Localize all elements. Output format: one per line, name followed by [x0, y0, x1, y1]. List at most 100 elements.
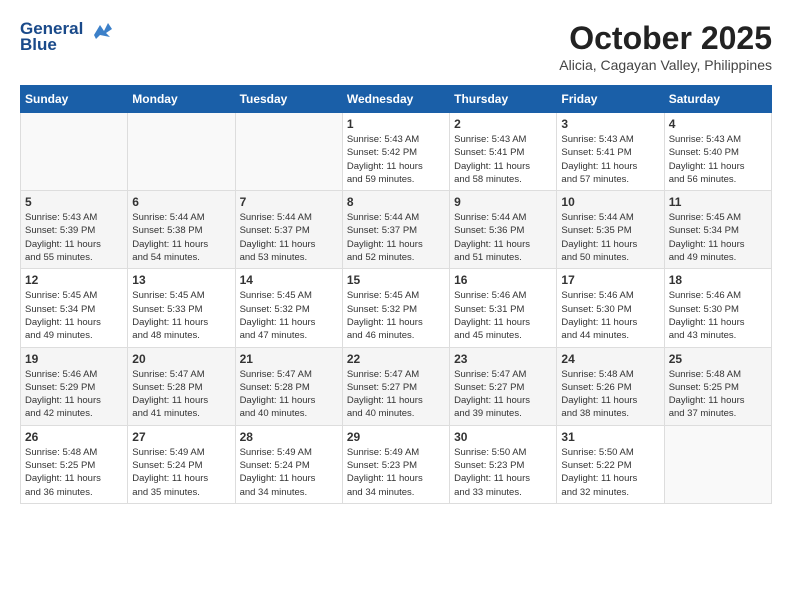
- day-number: 7: [240, 195, 338, 209]
- calendar-day-5: 5Sunrise: 5:43 AM Sunset: 5:39 PM Daylig…: [21, 191, 128, 269]
- weekday-header-monday: Monday: [128, 86, 235, 113]
- day-number: 27: [132, 430, 230, 444]
- day-number: 25: [669, 352, 767, 366]
- day-info: Sunrise: 5:43 AM Sunset: 5:41 PM Dayligh…: [454, 133, 552, 186]
- day-info: Sunrise: 5:46 AM Sunset: 5:30 PM Dayligh…: [561, 289, 659, 342]
- calendar-day-25: 25Sunrise: 5:48 AM Sunset: 5:25 PM Dayli…: [664, 347, 771, 425]
- calendar-day-22: 22 Sunrise: 5:47 AM Sunset: 5:27 PM Dayli…: [342, 347, 449, 425]
- day-number: 16: [454, 273, 552, 287]
- day-info: Sunrise: 5:49 AM Sunset: 5:23 PM Dayligh…: [347, 446, 445, 499]
- day-info: Sunrise: 5:48 AM Sunset: 5:25 PM Dayligh…: [25, 446, 123, 499]
- page-header: General Blue October 2025 Alicia, Cagaya…: [20, 20, 772, 77]
- calendar-day-empty: [664, 425, 771, 503]
- day-info: Sunrise: 5:43 AM Sunset: 5:39 PM Dayligh…: [25, 211, 123, 264]
- day-info: Sunrise: 5:49 AM Sunset: 5:24 PM Dayligh…: [132, 446, 230, 499]
- calendar-day-21: 21 Sunrise: 5:47 AM Sunset: 5:28 PM Dayli…: [235, 347, 342, 425]
- day-number: 23: [454, 352, 552, 366]
- calendar-day-empty: [235, 113, 342, 191]
- calendar-day-17: 17Sunrise: 5:46 AM Sunset: 5:30 PM Dayli…: [557, 269, 664, 347]
- day-number: 1: [347, 117, 445, 131]
- calendar-day-31: 31 Sunrise: 5:50 AM Sunset: 5:22 PM Dayli…: [557, 425, 664, 503]
- day-info: Sunrise: 5:47 AM Sunset: 5:28 PM Dayligh…: [240, 368, 338, 421]
- calendar-week-row: 19 Sunrise: 5:46 AM Sunset: 5:29 PM Dayli…: [21, 347, 772, 425]
- day-number: 26: [25, 430, 123, 444]
- calendar-day-4: 4Sunrise: 5:43 AM Sunset: 5:40 PM Daylig…: [664, 113, 771, 191]
- calendar-day-10: 10Sunrise: 5:44 AM Sunset: 5:35 PM Dayli…: [557, 191, 664, 269]
- day-info: Sunrise: 5:45 AM Sunset: 5:34 PM Dayligh…: [25, 289, 123, 342]
- calendar-day-24: 24Sunrise: 5:48 AM Sunset: 5:26 PM Dayli…: [557, 347, 664, 425]
- day-number: 11: [669, 195, 767, 209]
- calendar-day-empty: [21, 113, 128, 191]
- day-info: Sunrise: 5:50 AM Sunset: 5:22 PM Dayligh…: [561, 446, 659, 499]
- calendar-day-9: 9 Sunrise: 5:44 AM Sunset: 5:36 PM Daylig…: [450, 191, 557, 269]
- day-info: Sunrise: 5:47 AM Sunset: 5:27 PM Dayligh…: [347, 368, 445, 421]
- calendar-day-30: 30 Sunrise: 5:50 AM Sunset: 5:23 PM Dayli…: [450, 425, 557, 503]
- weekday-header-friday: Friday: [557, 86, 664, 113]
- day-info: Sunrise: 5:43 AM Sunset: 5:40 PM Dayligh…: [669, 133, 767, 186]
- calendar-body: 1 Sunrise: 5:43 AM Sunset: 5:42 PM Daylig…: [21, 113, 772, 504]
- calendar-title: October 2025: [559, 20, 772, 57]
- calendar-day-27: 27 Sunrise: 5:49 AM Sunset: 5:24 PM Dayli…: [128, 425, 235, 503]
- day-info: Sunrise: 5:45 AM Sunset: 5:33 PM Dayligh…: [132, 289, 230, 342]
- day-number: 22: [347, 352, 445, 366]
- day-number: 14: [240, 273, 338, 287]
- day-info: Sunrise: 5:43 AM Sunset: 5:42 PM Dayligh…: [347, 133, 445, 186]
- calendar-day-2: 2 Sunrise: 5:43 AM Sunset: 5:41 PM Daylig…: [450, 113, 557, 191]
- logo-bird-icon: [90, 21, 112, 39]
- calendar-day-6: 6 Sunrise: 5:44 AM Sunset: 5:38 PM Daylig…: [128, 191, 235, 269]
- day-number: 19: [25, 352, 123, 366]
- calendar-day-15: 15Sunrise: 5:45 AM Sunset: 5:32 PM Dayli…: [342, 269, 449, 347]
- logo-line2: Blue: [20, 35, 57, 55]
- day-info: Sunrise: 5:50 AM Sunset: 5:23 PM Dayligh…: [454, 446, 552, 499]
- day-info: Sunrise: 5:44 AM Sunset: 5:36 PM Dayligh…: [454, 211, 552, 264]
- calendar-week-row: 1 Sunrise: 5:43 AM Sunset: 5:42 PM Daylig…: [21, 113, 772, 191]
- calendar-day-7: 7 Sunrise: 5:44 AM Sunset: 5:37 PM Daylig…: [235, 191, 342, 269]
- day-number: 30: [454, 430, 552, 444]
- day-number: 18: [669, 273, 767, 287]
- calendar-day-19: 19 Sunrise: 5:46 AM Sunset: 5:29 PM Dayli…: [21, 347, 128, 425]
- calendar-day-empty: [128, 113, 235, 191]
- weekday-header-tuesday: Tuesday: [235, 86, 342, 113]
- day-number: 15: [347, 273, 445, 287]
- day-number: 31: [561, 430, 659, 444]
- calendar-day-8: 8 Sunrise: 5:44 AM Sunset: 5:37 PM Daylig…: [342, 191, 449, 269]
- calendar-day-23: 23 Sunrise: 5:47 AM Sunset: 5:27 PM Dayli…: [450, 347, 557, 425]
- day-number: 10: [561, 195, 659, 209]
- day-info: Sunrise: 5:44 AM Sunset: 5:37 PM Dayligh…: [347, 211, 445, 264]
- day-number: 2: [454, 117, 552, 131]
- day-number: 6: [132, 195, 230, 209]
- day-info: Sunrise: 5:46 AM Sunset: 5:30 PM Dayligh…: [669, 289, 767, 342]
- calendar-day-26: 26 Sunrise: 5:48 AM Sunset: 5:25 PM Dayli…: [21, 425, 128, 503]
- calendar-header: SundayMondayTuesdayWednesdayThursdayFrid…: [21, 86, 772, 113]
- day-info: Sunrise: 5:44 AM Sunset: 5:38 PM Dayligh…: [132, 211, 230, 264]
- day-number: 28: [240, 430, 338, 444]
- day-number: 12: [25, 273, 123, 287]
- calendar-day-20: 20Sunrise: 5:47 AM Sunset: 5:28 PM Dayli…: [128, 347, 235, 425]
- day-info: Sunrise: 5:45 AM Sunset: 5:32 PM Dayligh…: [240, 289, 338, 342]
- day-info: Sunrise: 5:46 AM Sunset: 5:31 PM Dayligh…: [454, 289, 552, 342]
- weekday-header-saturday: Saturday: [664, 86, 771, 113]
- day-info: Sunrise: 5:47 AM Sunset: 5:27 PM Dayligh…: [454, 368, 552, 421]
- weekday-header-sunday: Sunday: [21, 86, 128, 113]
- calendar-day-12: 12 Sunrise: 5:45 AM Sunset: 5:34 PM Dayli…: [21, 269, 128, 347]
- weekday-header-row: SundayMondayTuesdayWednesdayThursdayFrid…: [21, 86, 772, 113]
- calendar-week-row: 5Sunrise: 5:43 AM Sunset: 5:39 PM Daylig…: [21, 191, 772, 269]
- day-number: 3: [561, 117, 659, 131]
- calendar-day-13: 13 Sunrise: 5:45 AM Sunset: 5:33 PM Dayli…: [128, 269, 235, 347]
- day-number: 9: [454, 195, 552, 209]
- day-number: 20: [132, 352, 230, 366]
- day-number: 8: [347, 195, 445, 209]
- day-number: 13: [132, 273, 230, 287]
- title-section: October 2025 Alicia, Cagayan Valley, Phi…: [559, 20, 772, 73]
- logo: General Blue: [20, 20, 112, 55]
- day-number: 21: [240, 352, 338, 366]
- calendar-day-28: 28Sunrise: 5:49 AM Sunset: 5:24 PM Dayli…: [235, 425, 342, 503]
- day-number: 24: [561, 352, 659, 366]
- day-info: Sunrise: 5:44 AM Sunset: 5:37 PM Dayligh…: [240, 211, 338, 264]
- day-info: Sunrise: 5:46 AM Sunset: 5:29 PM Dayligh…: [25, 368, 123, 421]
- calendar-day-3: 3 Sunrise: 5:43 AM Sunset: 5:41 PM Daylig…: [557, 113, 664, 191]
- day-info: Sunrise: 5:43 AM Sunset: 5:41 PM Dayligh…: [561, 133, 659, 186]
- weekday-header-wednesday: Wednesday: [342, 86, 449, 113]
- day-number: 29: [347, 430, 445, 444]
- calendar-day-1: 1 Sunrise: 5:43 AM Sunset: 5:42 PM Daylig…: [342, 113, 449, 191]
